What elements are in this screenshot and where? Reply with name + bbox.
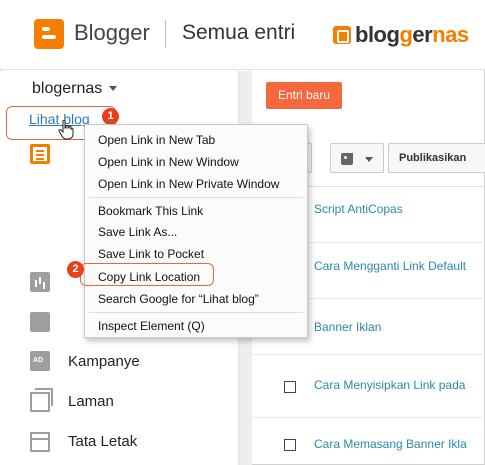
hand-cursor-icon xyxy=(58,120,74,140)
pages-icon[interactable] xyxy=(30,388,53,412)
blogger-logo-icon[interactable] xyxy=(34,19,64,49)
post-title-link[interactable]: Cara Menyisipkan Link pada xyxy=(314,378,465,392)
menu-item-search-google[interactable]: Search Google for “Lihat blog” xyxy=(98,292,259,306)
sidebar-item-campaign[interactable]: Kampanye xyxy=(68,353,140,370)
post-title-link[interactable]: Cara Mengganti Link Default xyxy=(314,259,466,273)
menu-separator xyxy=(89,197,303,198)
chevron-down-icon xyxy=(109,86,118,92)
new-post-button[interactable]: Entri baru xyxy=(266,82,342,109)
campaign-icon[interactable]: AD xyxy=(30,351,50,371)
chevron-down-icon xyxy=(365,157,373,162)
menu-item-open-new-tab[interactable]: Open Link in New Tab xyxy=(98,133,215,147)
step-badge-2: 2 xyxy=(67,261,84,278)
app-header: Blogger Semua entri bloggernas xyxy=(0,0,485,70)
stats-icon[interactable] xyxy=(30,272,50,292)
menu-item-save-link-as[interactable]: Save Link As... xyxy=(98,225,177,239)
menu-separator xyxy=(89,312,303,313)
tag-icon xyxy=(341,153,353,165)
post-title-link[interactable]: Cara Memasang Banner Ikla xyxy=(314,437,467,451)
menu-item-inspect-element[interactable]: Inspect Element (Q) xyxy=(98,319,205,333)
page-title: Semua entri xyxy=(182,21,296,44)
menu-item-open-private-window[interactable]: Open Link in New Private Window xyxy=(98,177,279,191)
watermark-logo: bloggernas xyxy=(333,22,469,48)
comments-icon[interactable] xyxy=(30,312,50,332)
sidebar-item-layout[interactable]: Tata Letak xyxy=(68,433,137,450)
step-badge-1: 1 xyxy=(102,108,119,125)
publish-button[interactable]: Publikasikan xyxy=(388,143,485,173)
layout-icon[interactable] xyxy=(30,432,50,452)
watermark-icon xyxy=(333,26,351,44)
brand-name[interactable]: Blogger xyxy=(74,20,150,46)
posts-icon[interactable] xyxy=(30,144,50,164)
sidebar-item-pages[interactable]: Laman xyxy=(68,393,114,410)
label-filter-dropdown[interactable] xyxy=(330,143,384,173)
table-row: Cara Memasang Banner Ikla xyxy=(252,418,485,465)
header-divider xyxy=(165,20,166,48)
menu-item-save-to-pocket[interactable]: Save Link to Pocket xyxy=(98,247,204,261)
post-title-link[interactable]: Banner Iklan xyxy=(314,320,381,334)
menu-item-open-new-window[interactable]: Open Link in New Window xyxy=(98,155,239,169)
post-checkbox[interactable] xyxy=(284,439,296,451)
post-checkbox[interactable] xyxy=(284,381,296,393)
blog-selector[interactable]: blogernas xyxy=(32,80,118,98)
highlight-box-step-2 xyxy=(80,263,214,286)
table-row: Cara Menyisipkan Link pada xyxy=(252,362,485,418)
post-title-link[interactable]: Script AntiCopas xyxy=(314,202,403,216)
menu-item-bookmark-link[interactable]: Bookmark This Link xyxy=(98,204,203,218)
context-menu: Open Link in New Tab Open Link in New Wi… xyxy=(84,124,308,338)
